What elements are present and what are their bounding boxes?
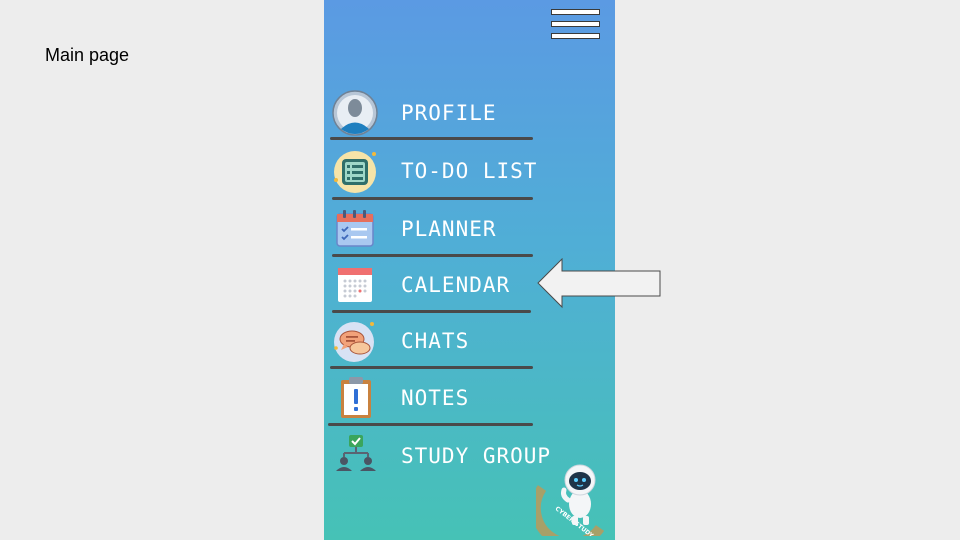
- hamburger-bar: [551, 33, 600, 39]
- chats-icon: [334, 322, 374, 362]
- calendar-icon: [338, 268, 372, 302]
- menu-item-chats[interactable]: CHATS: [324, 316, 584, 366]
- pointer-arrow-icon: [537, 258, 661, 309]
- planner-icon: [336, 210, 374, 247]
- menu-label-planner: PLANNER: [401, 217, 497, 241]
- hamburger-bar: [551, 21, 600, 27]
- notes-icon: [341, 377, 371, 418]
- divider: [332, 310, 531, 313]
- menu-item-profile[interactable]: PROFILE: [324, 88, 584, 138]
- todo-list-icon: [334, 151, 376, 193]
- divider: [332, 197, 533, 200]
- divider: [330, 137, 533, 140]
- menu-label-chats: CHATS: [401, 329, 470, 353]
- page-caption: Main page: [45, 45, 130, 65]
- menu-item-planner[interactable]: PLANNER: [324, 204, 584, 254]
- cyber-study-logo: CYBER STUDY: [536, 464, 605, 536]
- divider: [328, 423, 533, 426]
- menu-item-notes[interactable]: NOTES: [324, 373, 584, 423]
- menu-label-study-group: STUDY GROUP: [401, 444, 552, 468]
- divider: [332, 254, 533, 257]
- menu-label-calendar: CALENDAR: [401, 273, 511, 297]
- profile-icon: [332, 90, 378, 136]
- study-group-icon: [336, 435, 376, 471]
- menu-item-todo-list[interactable]: TO-DO LIST: [324, 146, 584, 196]
- menu-label-profile: PROFILE: [401, 101, 497, 125]
- divider: [330, 366, 533, 369]
- hamburger-bar: [551, 9, 600, 15]
- menu-label-notes: NOTES: [401, 386, 470, 410]
- hamburger-menu-button[interactable]: [551, 9, 602, 41]
- menu-label-todo-list: TO-DO LIST: [401, 159, 538, 183]
